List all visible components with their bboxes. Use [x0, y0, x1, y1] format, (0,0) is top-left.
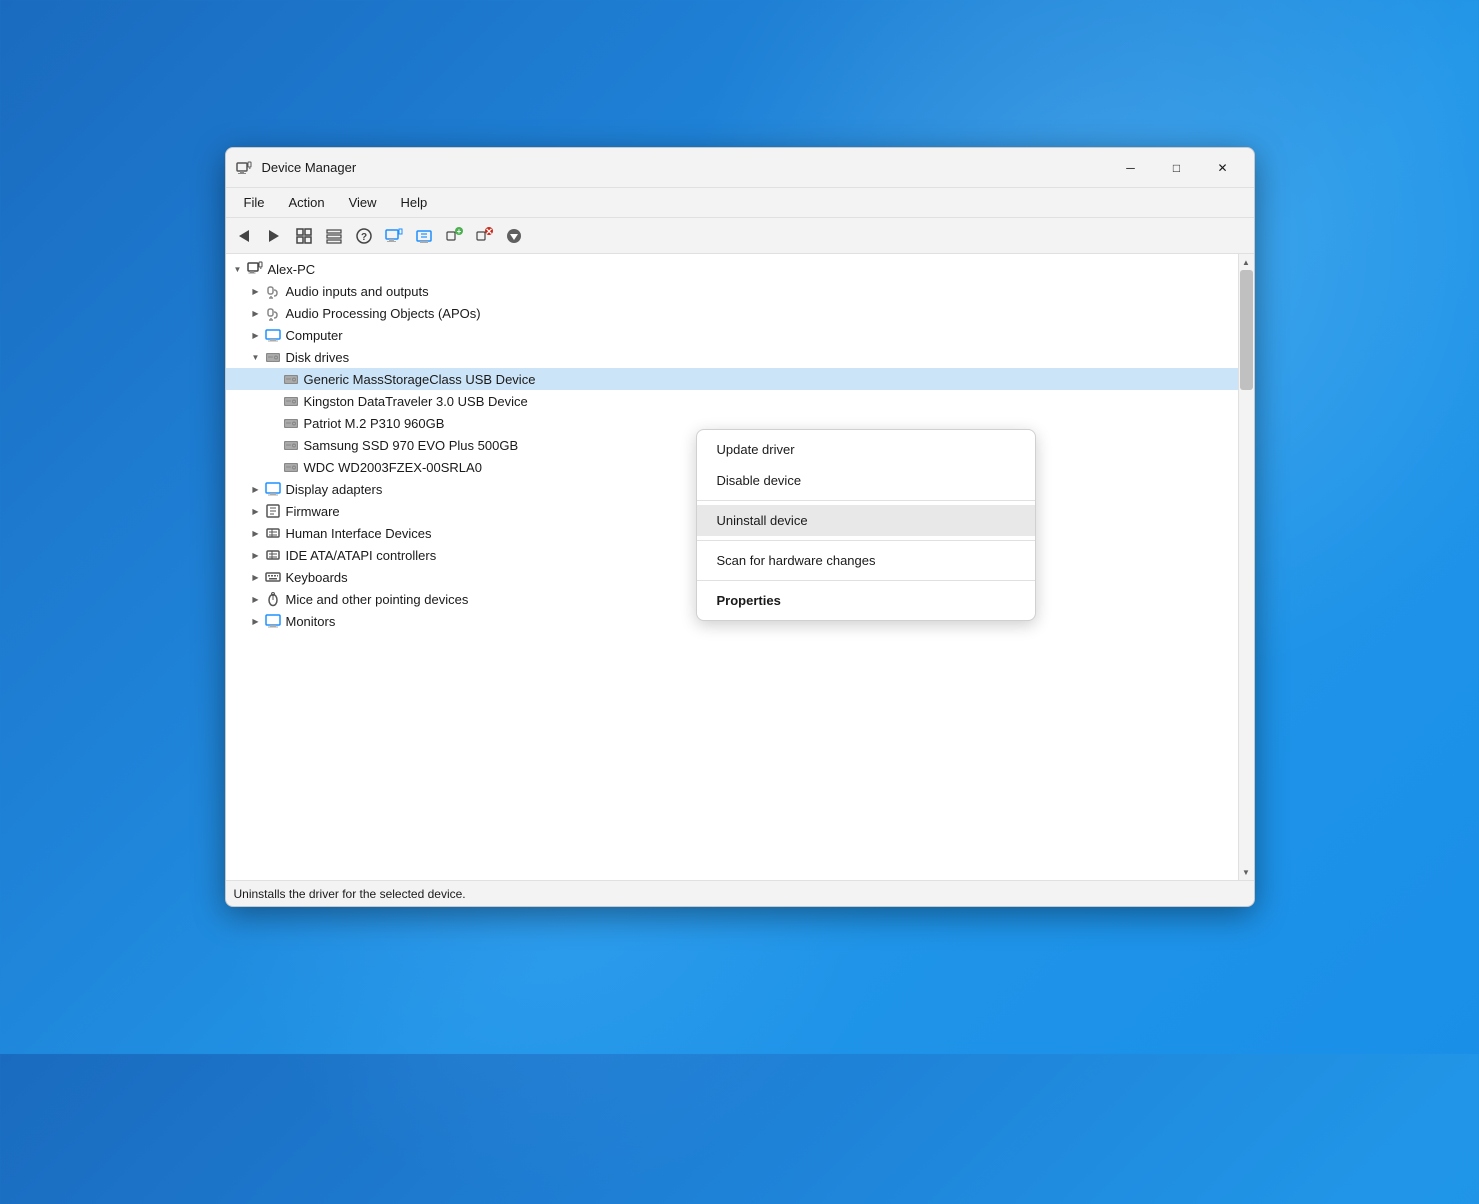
content-area: ▼ Alex-PC ▶ [226, 254, 1254, 880]
close-button[interactable]: ✕ [1200, 152, 1246, 184]
device-manager-window: Device Manager ─ □ ✕ File Action View He… [225, 147, 1255, 907]
scroll-track [1239, 270, 1254, 864]
mice-label: Mice and other pointing devices [286, 592, 469, 607]
expand-firmware[interactable]: ▶ [248, 503, 264, 519]
keyboard-icon [264, 568, 282, 586]
ctx-properties[interactable]: Properties [697, 585, 1035, 616]
firmware-icon [264, 502, 282, 520]
display-label: Display adapters [286, 482, 383, 497]
tree-item-audio-apo[interactable]: ▶ Audio Processing Objects (APOs) [226, 302, 1238, 324]
expand-hid[interactable]: ▶ [248, 525, 264, 541]
maximize-button[interactable]: □ [1154, 152, 1200, 184]
context-menu: Update driver Disable device Uninstall d… [696, 429, 1036, 621]
disk-drives-label: Disk drives [286, 350, 350, 365]
root-label: Alex-PC [268, 262, 316, 277]
menu-action[interactable]: Action [278, 191, 334, 214]
minimize-button[interactable]: ─ [1108, 152, 1154, 184]
expand-mice[interactable]: ▶ [248, 591, 264, 607]
tree-item-computer[interactable]: ▶ Computer [226, 324, 1238, 346]
menu-file[interactable]: File [234, 191, 275, 214]
hid-icon [264, 524, 282, 542]
expand-root[interactable]: ▼ [230, 261, 246, 277]
window-controls: ─ □ ✕ [1108, 152, 1246, 184]
window-title: Device Manager [262, 160, 1108, 175]
disk-generic-label: Generic MassStorageClass USB Device [304, 372, 536, 387]
ctx-scan-hardware[interactable]: Scan for hardware changes [697, 545, 1035, 576]
back-button[interactable] [230, 222, 258, 250]
scroll-up-button[interactable]: ▲ [1238, 254, 1254, 270]
tree-item-disk-generic[interactable]: ▶ Generic MassStorageClass USB Device [226, 368, 1238, 390]
uninstall-button[interactable] [500, 222, 528, 250]
status-bar: Uninstalls the driver for the selected d… [226, 880, 1254, 906]
svg-text:?: ? [360, 232, 366, 243]
hid-label: Human Interface Devices [286, 526, 432, 541]
expand-audio-io[interactable]: ▶ [248, 283, 264, 299]
audio-io-icon [264, 282, 282, 300]
expand-computer[interactable]: ▶ [248, 327, 264, 343]
ctx-separator-1 [697, 500, 1035, 501]
disk-kingston-label: Kingston DataTraveler 3.0 USB Device [304, 394, 528, 409]
tree-item-disk-kingston[interactable]: ▶ Kingston DataTraveler 3.0 USB Device [226, 390, 1238, 412]
keyboards-label: Keyboards [286, 570, 348, 585]
expand-ide[interactable]: ▶ [248, 547, 264, 563]
title-bar: Device Manager ─ □ ✕ [226, 148, 1254, 188]
menu-help[interactable]: Help [391, 191, 438, 214]
window-icon [234, 158, 254, 178]
disk-patriot-icon [282, 414, 300, 432]
ctx-uninstall-device[interactable]: Uninstall device [697, 505, 1035, 536]
tree-scrollbar[interactable]: ▲ ▼ [1238, 254, 1254, 880]
svg-text:+: + [456, 227, 461, 236]
enable-button[interactable]: + [440, 222, 468, 250]
disk-kingston-icon [282, 392, 300, 410]
scan-computer-button[interactable] [380, 222, 408, 250]
expand-disk-drives[interactable]: ▼ [248, 349, 264, 365]
audio-io-label: Audio inputs and outputs [286, 284, 429, 299]
list-view-button[interactable] [320, 222, 348, 250]
mouse-icon [264, 590, 282, 608]
expand-keyboards[interactable]: ▶ [248, 569, 264, 585]
disable-button[interactable]: ✕ [470, 222, 498, 250]
ctx-separator-3 [697, 580, 1035, 581]
menu-view[interactable]: View [339, 191, 387, 214]
scroll-thumb[interactable] [1240, 270, 1253, 390]
ide-icon [264, 546, 282, 564]
ctx-separator-2 [697, 540, 1035, 541]
expand-monitors[interactable]: ▶ [248, 613, 264, 629]
expand-display[interactable]: ▶ [248, 481, 264, 497]
audio-apo-icon [264, 304, 282, 322]
audio-apo-label: Audio Processing Objects (APOs) [286, 306, 481, 321]
disk-generic-icon [282, 370, 300, 388]
disk-wdc-icon [282, 458, 300, 476]
properties-grid-button[interactable] [290, 222, 318, 250]
computer-properties-button[interactable] [410, 222, 438, 250]
ctx-disable-device[interactable]: Disable device [697, 465, 1035, 496]
tree-item-disk-drives[interactable]: ▼ Disk drives [226, 346, 1238, 368]
forward-button[interactable] [260, 222, 288, 250]
disk-patriot-label: Patriot M.2 P310 960GB [304, 416, 445, 431]
disk-samsung-label: Samsung SSD 970 EVO Plus 500GB [304, 438, 519, 453]
menu-bar: File Action View Help [226, 188, 1254, 218]
scroll-down-button[interactable]: ▼ [1238, 864, 1254, 880]
disk-wdc-label: WDC WD2003FZEX-00SRLA0 [304, 460, 482, 475]
disk-drives-icon [264, 348, 282, 366]
disk-samsung-icon [282, 436, 300, 454]
help-button[interactable]: ? [350, 222, 378, 250]
display-icon [264, 480, 282, 498]
ctx-update-driver[interactable]: Update driver [697, 434, 1035, 465]
monitors-label: Monitors [286, 614, 336, 629]
monitor-icon [264, 612, 282, 630]
svg-text:✕: ✕ [485, 227, 493, 237]
computer-icon [264, 326, 282, 344]
toolbar: ? + [226, 218, 1254, 254]
computer-label: Computer [286, 328, 343, 343]
expand-audio-apo[interactable]: ▶ [248, 305, 264, 321]
status-text: Uninstalls the driver for the selected d… [234, 887, 466, 901]
tree-item-audio-io[interactable]: ▶ Audio inputs and outputs [226, 280, 1238, 302]
tree-root[interactable]: ▼ Alex-PC [226, 258, 1238, 280]
firmware-label: Firmware [286, 504, 340, 519]
ide-label: IDE ATA/ATAPI controllers [286, 548, 437, 563]
pc-icon [246, 260, 264, 278]
